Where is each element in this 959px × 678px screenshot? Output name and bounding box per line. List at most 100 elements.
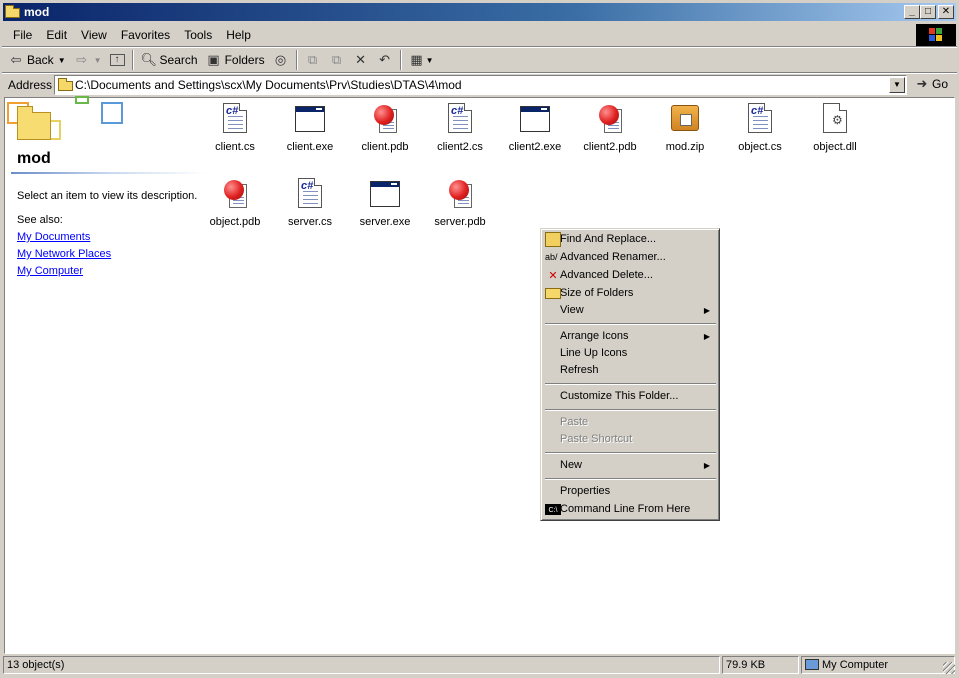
go-arrow-icon: ➜ xyxy=(916,76,928,91)
chevron-down-icon[interactable]: ▼ xyxy=(58,56,66,65)
address-dropdown-button[interactable]: ▼ xyxy=(889,77,905,93)
go-button[interactable]: ➜ Go xyxy=(914,76,948,92)
explorer-window: mod _ □ ✕ File Edit View Favorites Tools… xyxy=(0,0,959,678)
folder-size-icon xyxy=(545,288,561,299)
address-input[interactable]: C:\Documents and Settings\scx\My Documen… xyxy=(54,75,907,95)
file-item[interactable]: server.exe xyxy=(347,175,423,245)
search-icon: 🔍︎ xyxy=(140,52,158,67)
submenu-arrow-icon: ▶ xyxy=(703,332,710,341)
file-item[interactable]: client.exe xyxy=(272,100,348,170)
menu-separator xyxy=(545,452,716,454)
file-item[interactable]: c# object.cs xyxy=(722,100,798,170)
computer-icon xyxy=(805,659,819,670)
menu-tools[interactable]: Tools xyxy=(177,28,219,42)
chevron-down-icon[interactable]: ▼ xyxy=(94,56,102,65)
delete-icon: ✕ xyxy=(355,52,367,67)
views-button[interactable]: ▦ ▼ xyxy=(405,49,438,71)
file-item[interactable]: c# client.cs xyxy=(197,100,273,170)
history-icon: ◎ xyxy=(274,52,287,67)
menu-separator xyxy=(545,383,716,385)
copy-to-icon: ⧉ xyxy=(331,52,342,67)
search-button[interactable]: 🔍︎ Search xyxy=(137,49,202,71)
see-also-label: See also: xyxy=(17,214,63,226)
history-button[interactable]: ◎ xyxy=(269,49,293,71)
toolbar-separator xyxy=(131,50,134,70)
up-folder-button[interactable]: ↑ xyxy=(106,49,129,71)
move-to-icon: ⧉ xyxy=(307,52,318,67)
csharp-file-icon: c# xyxy=(219,103,251,135)
maximize-button[interactable]: □ xyxy=(920,5,936,19)
file-item[interactable]: client2.exe xyxy=(497,100,573,170)
menu-item-line-up-icons[interactable]: Line Up Icons xyxy=(544,345,716,362)
menu-item-new[interactable]: New ▶ xyxy=(544,457,716,474)
menu-bar: File Edit View Favorites Tools Help xyxy=(4,24,912,46)
find-replace-icon xyxy=(545,232,561,247)
back-button[interactable]: ⇦ Back ▼ xyxy=(4,49,70,71)
link-my-network-places[interactable]: My Network Places xyxy=(17,248,111,260)
menu-separator xyxy=(545,478,716,480)
menu-item-properties[interactable]: Properties xyxy=(544,483,716,500)
link-my-computer[interactable]: My Computer xyxy=(17,265,83,277)
folder-view[interactable]: mod Select an item to view its descripti… xyxy=(4,96,955,654)
window-title: mod xyxy=(24,5,50,19)
menu-item-command-line[interactable]: C:\ Command Line From Here xyxy=(544,501,716,518)
menu-file[interactable]: File xyxy=(4,28,39,42)
toolbar-separator xyxy=(399,50,402,70)
context-menu: Find And Replace... ab/ Advanced Renamer… xyxy=(540,228,720,521)
pdb-file-icon xyxy=(444,178,476,210)
resize-grip[interactable] xyxy=(943,662,955,674)
file-item[interactable]: ⚙ object.dll xyxy=(797,100,873,170)
move-to-button[interactable]: ⧉ xyxy=(301,49,325,71)
minimize-button[interactable]: _ xyxy=(904,5,920,19)
file-item[interactable]: server.pdb xyxy=(422,175,498,245)
web-view-pane: mod Select an item to view its descripti… xyxy=(5,96,207,298)
menu-item-refresh[interactable]: Refresh xyxy=(544,362,716,379)
menu-separator xyxy=(545,409,716,411)
status-bar: 13 object(s) 79.9 KB My Computer xyxy=(2,656,957,676)
menu-edit[interactable]: Edit xyxy=(39,28,74,42)
file-item[interactable]: object.pdb xyxy=(197,175,273,245)
menu-item-view[interactable]: View ▶ xyxy=(544,302,716,319)
folder-icon xyxy=(17,106,51,140)
undo-button[interactable]: ↶ xyxy=(373,49,397,71)
folder-icon xyxy=(5,5,21,19)
file-item[interactable]: client.pdb xyxy=(347,100,423,170)
menu-item-find-replace[interactable]: Find And Replace... xyxy=(544,231,716,248)
windows-logo-icon xyxy=(916,24,956,46)
menu-favorites[interactable]: Favorites xyxy=(114,28,177,42)
close-button[interactable]: ✕ xyxy=(938,5,954,19)
csharp-file-icon: c# xyxy=(444,103,476,135)
forward-arrow-icon: ⇨ xyxy=(76,52,88,67)
views-icon: ▦ xyxy=(410,52,423,67)
delete-icon: ✕ xyxy=(548,270,558,282)
file-item[interactable]: c# server.cs xyxy=(272,175,348,245)
menu-item-arrange-icons[interactable]: Arrange Icons ▶ xyxy=(544,328,716,345)
menu-item-size-of-folders[interactable]: Size of Folders xyxy=(544,285,716,302)
title-bar[interactable]: mod _ □ ✕ xyxy=(3,3,956,21)
address-label: Address xyxy=(8,78,53,92)
up-folder-icon: ↑ xyxy=(109,54,125,66)
item-description: Select an item to view its description. xyxy=(17,190,198,202)
pdb-file-icon xyxy=(219,178,251,210)
menu-item-advanced-renamer[interactable]: ab/ Advanced Renamer... xyxy=(544,249,716,266)
menu-help[interactable]: Help xyxy=(219,28,258,42)
menu-view[interactable]: View xyxy=(74,28,114,42)
delete-button[interactable]: ✕ xyxy=(349,49,373,71)
forward-button[interactable]: ⇨ ▼ xyxy=(70,49,106,71)
zip-file-icon xyxy=(669,103,701,135)
link-my-documents[interactable]: My Documents xyxy=(17,231,90,243)
folders-button[interactable]: ▣ Folders xyxy=(202,49,269,71)
command-prompt-icon: C:\ xyxy=(545,504,561,515)
folder-title: mod xyxy=(17,150,51,167)
menu-item-advanced-delete[interactable]: ✕ Advanced Delete... xyxy=(544,267,716,284)
file-item[interactable]: mod.zip xyxy=(647,100,723,170)
copy-to-button[interactable]: ⧉ xyxy=(325,49,349,71)
menu-item-customize-folder[interactable]: Customize This Folder... xyxy=(544,388,716,405)
status-zone: My Computer xyxy=(801,656,955,674)
file-item[interactable]: client2.pdb xyxy=(572,100,648,170)
chevron-down-icon: ▼ xyxy=(425,55,434,65)
standard-toolbar: ⇦ Back ▼ ⇨ ▼ ↑ 🔍︎ Search ▣ Folders ◎ ⧉ ⧉ xyxy=(4,48,944,72)
exe-file-icon xyxy=(294,103,326,135)
file-item[interactable]: c# client2.cs xyxy=(422,100,498,170)
address-value: C:\Documents and Settings\scx\My Documen… xyxy=(75,78,462,92)
